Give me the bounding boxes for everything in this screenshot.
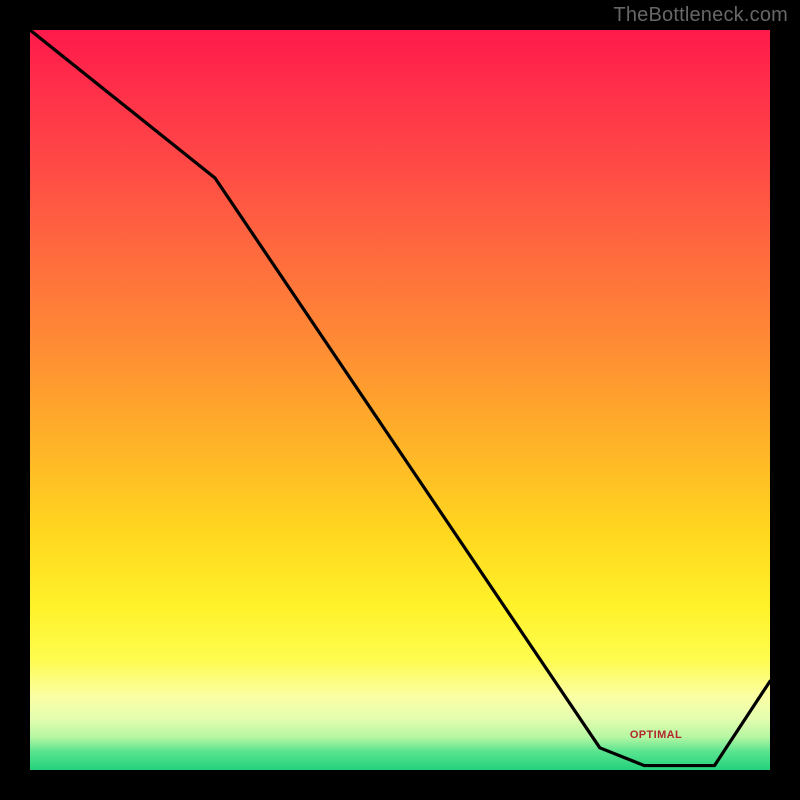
line-chart-svg bbox=[30, 30, 770, 770]
plot-area: OPTIMAL bbox=[30, 30, 770, 770]
bottleneck-curve-line bbox=[30, 30, 770, 766]
optimal-annotation: OPTIMAL bbox=[630, 729, 682, 741]
watermark-text: TheBottleneck.com bbox=[613, 4, 788, 27]
chart-frame: TheBottleneck.com OPTIMAL bbox=[0, 0, 800, 800]
